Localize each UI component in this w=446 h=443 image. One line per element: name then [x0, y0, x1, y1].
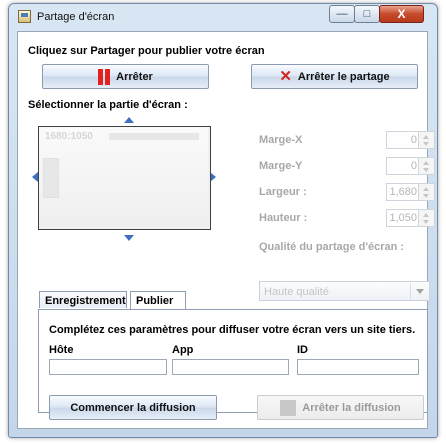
maximize-button[interactable]: □	[354, 5, 380, 23]
app-input[interactable]	[172, 359, 289, 375]
width-stepper-icon[interactable]	[418, 184, 434, 200]
margin-y-value: 0	[410, 160, 417, 172]
margin-x-spinner[interactable]: 0	[386, 131, 435, 149]
window-content: Cliquez sur Partager pour publier votre …	[17, 31, 435, 429]
margin-y-spinner[interactable]: 0	[386, 157, 435, 175]
window-title: Partage d'écran	[37, 11, 115, 23]
id-label: ID	[297, 344, 308, 356]
top-edge-up-arrow-icon[interactable]	[124, 117, 134, 123]
host-label: Hôte	[49, 344, 74, 356]
start-broadcast-button[interactable]: Commencer la diffusion	[49, 395, 217, 420]
stop-sharing-button[interactable]: ✕ Arrêter le partage	[251, 64, 418, 89]
width-spinner[interactable]: 1,680	[386, 183, 435, 201]
host-input[interactable]	[49, 359, 167, 375]
screen-preview[interactable]: 1680:1050	[38, 126, 211, 230]
stop-icon	[280, 399, 297, 416]
screen-preview-image: 1680:1050	[39, 127, 208, 227]
select-area-label: Sélectionner la partie d'écran :	[28, 99, 188, 111]
chevron-down-icon[interactable]	[410, 283, 428, 299]
tab-recording[interactable]: Enregistrement	[39, 291, 127, 308]
stop-sharing-label: Arrêter le partage	[297, 70, 390, 83]
pause-icon	[98, 68, 111, 85]
width-value: 1,680	[389, 186, 417, 198]
app-icon	[18, 10, 31, 23]
close-icon: ✕	[279, 67, 292, 85]
minimize-button[interactable]: —	[329, 5, 355, 23]
margin-x-label: Marge-X	[259, 134, 303, 146]
close-button[interactable]: X	[379, 5, 424, 23]
app-label: App	[172, 344, 194, 356]
preview-window-bar	[109, 133, 199, 140]
margin-x-stepper-icon[interactable]	[418, 132, 434, 148]
quality-select[interactable]: Haute qualité	[259, 281, 430, 301]
height-label: Hauteur :	[259, 212, 308, 224]
pause-sharing-label: Arrêter	[116, 70, 153, 83]
height-spinner[interactable]: 1,050	[386, 209, 435, 227]
margin-x-value: 0	[410, 134, 417, 146]
margin-y-label: Marge-Y	[259, 160, 303, 172]
share-instruction: Cliquez sur Partager pour publier votre …	[28, 45, 265, 57]
width-label: Largeur :	[259, 186, 307, 198]
id-input[interactable]	[297, 359, 419, 375]
stop-broadcast-button[interactable]: Arrêter la diffusion	[257, 395, 424, 420]
height-value: 1,050	[389, 212, 417, 224]
quality-label: Qualité du partage d'écran :	[259, 241, 405, 253]
bottom-edge-down-arrow-icon[interactable]	[124, 235, 134, 241]
quality-selected-value: Haute qualité	[264, 286, 329, 298]
publish-description: Complétez ces paramètres pour diffuser v…	[49, 324, 416, 336]
stop-broadcast-label: Arrêter la diffusion	[302, 401, 401, 414]
height-stepper-icon[interactable]	[418, 210, 434, 226]
screen-share-window: Partage d'écran — □ X Cliquez sur Partag…	[8, 3, 438, 438]
pause-sharing-button[interactable]: Arrêter	[42, 64, 209, 89]
title-bar[interactable]: Partage d'écran — □ X	[9, 4, 437, 30]
publish-panel: Complétez ces paramètres pour diffuser v…	[38, 309, 428, 420]
preview-side-panel	[43, 158, 59, 198]
preview-resolution: 1680:1050	[45, 131, 93, 142]
tab-publish[interactable]: Publier	[130, 291, 186, 309]
margin-y-stepper-icon[interactable]	[418, 158, 434, 174]
